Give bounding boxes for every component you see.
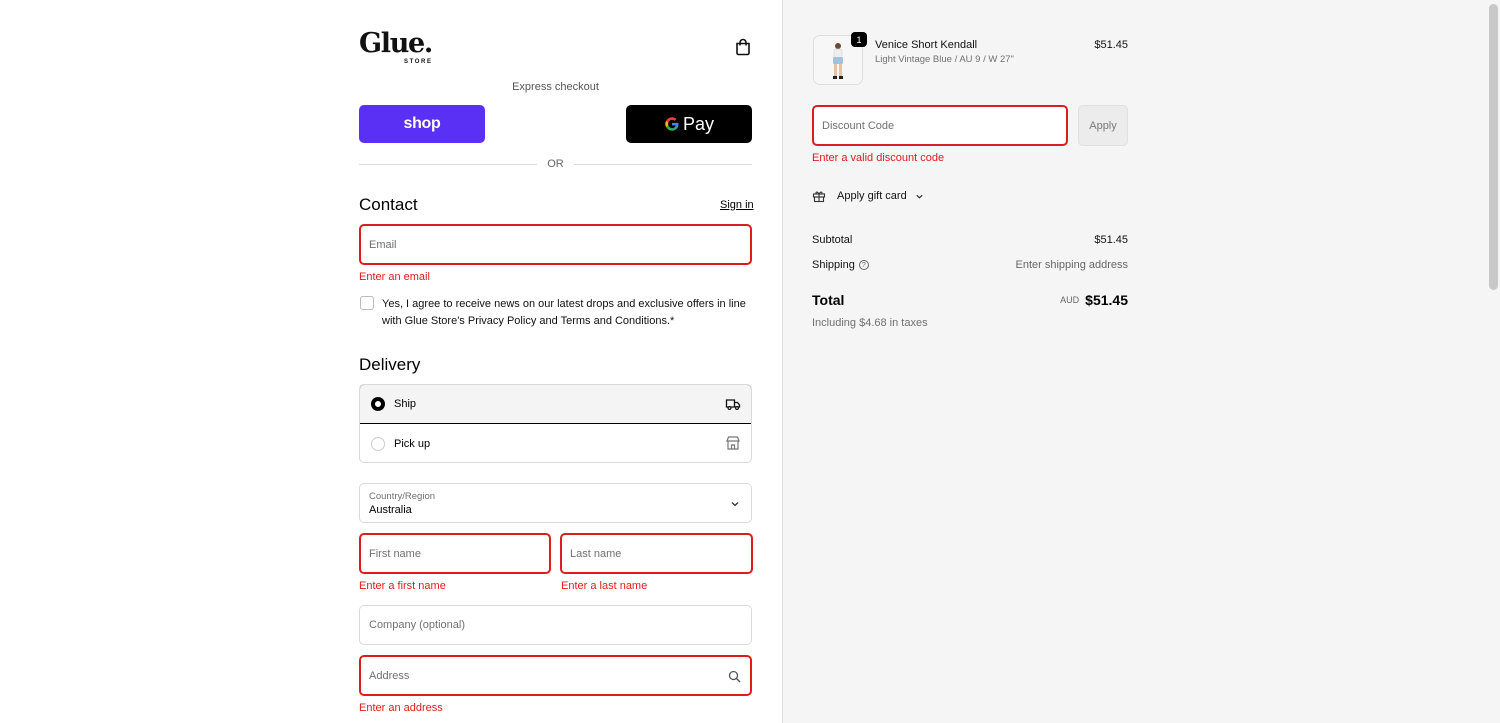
help-icon[interactable]: ?	[858, 260, 869, 271]
total-currency: AUD	[1060, 295, 1080, 305]
glue-store-logo[interactable]: Glue. STORE	[359, 30, 441, 68]
pickup-label: Pick up	[394, 437, 431, 450]
sign-in-link[interactable]: Sign in	[720, 199, 754, 211]
product-variant: Light Vintage Blue / AU 9 / W 27"	[875, 54, 1014, 65]
store-icon	[726, 436, 740, 450]
delivery-option-pickup[interactable]: Pick up	[360, 424, 751, 462]
total-value: $51.45	[1085, 292, 1128, 308]
chevron-down-icon	[731, 502, 739, 507]
first-name-placeholder: First name	[369, 547, 421, 560]
country-region-select[interactable]: Country/Region Australia	[359, 483, 752, 523]
discount-error: Enter a valid discount code	[812, 152, 945, 164]
last-name-field[interactable]: Last name	[560, 533, 753, 574]
total-label: Total	[812, 292, 845, 308]
email-field[interactable]: Email	[359, 224, 752, 265]
shop-pay-label: shop	[403, 115, 441, 132]
contact-heading: Contact	[359, 195, 418, 214]
logo-wordmark: Glue.	[359, 28, 433, 59]
google-pay-button[interactable]: Pay	[626, 105, 752, 143]
quantity-badge: 1	[851, 32, 867, 47]
address-field[interactable]: Address	[359, 655, 752, 696]
or-divider: OR	[359, 158, 752, 172]
subtotal-value: $51.45	[1094, 234, 1128, 246]
google-pay-label: Pay	[682, 113, 715, 134]
product-name: Venice Short Kendall	[875, 39, 978, 51]
shipping-value: Enter shipping address	[1015, 259, 1128, 271]
checkout-form-panel: Glue. STORE Express checkout shop Pay OR…	[0, 0, 782, 723]
country-region-label: Country/Region	[369, 491, 436, 502]
radio-unselected	[371, 436, 385, 451]
company-field[interactable]: Company (optional)	[359, 605, 752, 645]
apply-discount-button[interactable]: Apply	[1078, 105, 1128, 146]
total-amount: AUD $51.45	[960, 292, 1128, 308]
company-placeholder: Company (optional)	[369, 619, 465, 631]
subtotal-label: Subtotal	[812, 234, 853, 246]
last-name-placeholder: Last name	[570, 547, 622, 560]
scrollbar[interactable]	[1489, 4, 1498, 290]
ship-label: Ship	[394, 398, 417, 410]
product-price: $51.45	[1094, 39, 1128, 51]
delivery-option-ship[interactable]: Ship	[360, 385, 751, 424]
address-error: Enter an address	[359, 702, 443, 714]
last-name-error: Enter a last name	[561, 580, 648, 592]
shopping-bag-icon[interactable]	[734, 38, 752, 56]
delivery-method-group: Ship Pick up	[359, 384, 752, 463]
gift-icon	[812, 191, 826, 203]
marketing-consent-text: Yes, I agree to receive news on our late…	[382, 298, 746, 327]
express-checkout-label: Express checkout	[512, 81, 599, 93]
discount-code-field[interactable]: Discount Code	[812, 105, 1068, 146]
first-name-field[interactable]: First name	[359, 533, 551, 574]
divider-line	[574, 164, 752, 165]
delivery-heading: Delivery	[359, 355, 421, 374]
shipping-label: Shipping	[812, 259, 855, 271]
google-g-icon	[665, 117, 679, 131]
country-region-value: Australia	[369, 504, 412, 516]
gift-card-label: Apply gift card	[837, 190, 907, 202]
chevron-down-icon	[916, 194, 923, 199]
shipping-row: Shipping?	[812, 259, 869, 271]
search-icon	[728, 670, 741, 683]
logo-subtext: STORE	[404, 59, 433, 65]
radio-selected	[371, 397, 385, 411]
discount-code-placeholder: Discount Code	[822, 119, 895, 132]
truck-icon	[725, 399, 741, 411]
email-placeholder: Email	[369, 238, 397, 251]
address-placeholder: Address	[369, 669, 410, 682]
email-error: Enter an email	[359, 271, 430, 283]
shop-pay-button[interactable]: shop	[359, 105, 485, 143]
first-name-error: Enter a first name	[359, 580, 446, 592]
taxes-note: Including $4.68 in taxes	[812, 317, 928, 329]
apply-gift-card-toggle[interactable]: Apply gift card	[812, 188, 924, 204]
marketing-consent-checkbox[interactable]	[360, 296, 374, 310]
